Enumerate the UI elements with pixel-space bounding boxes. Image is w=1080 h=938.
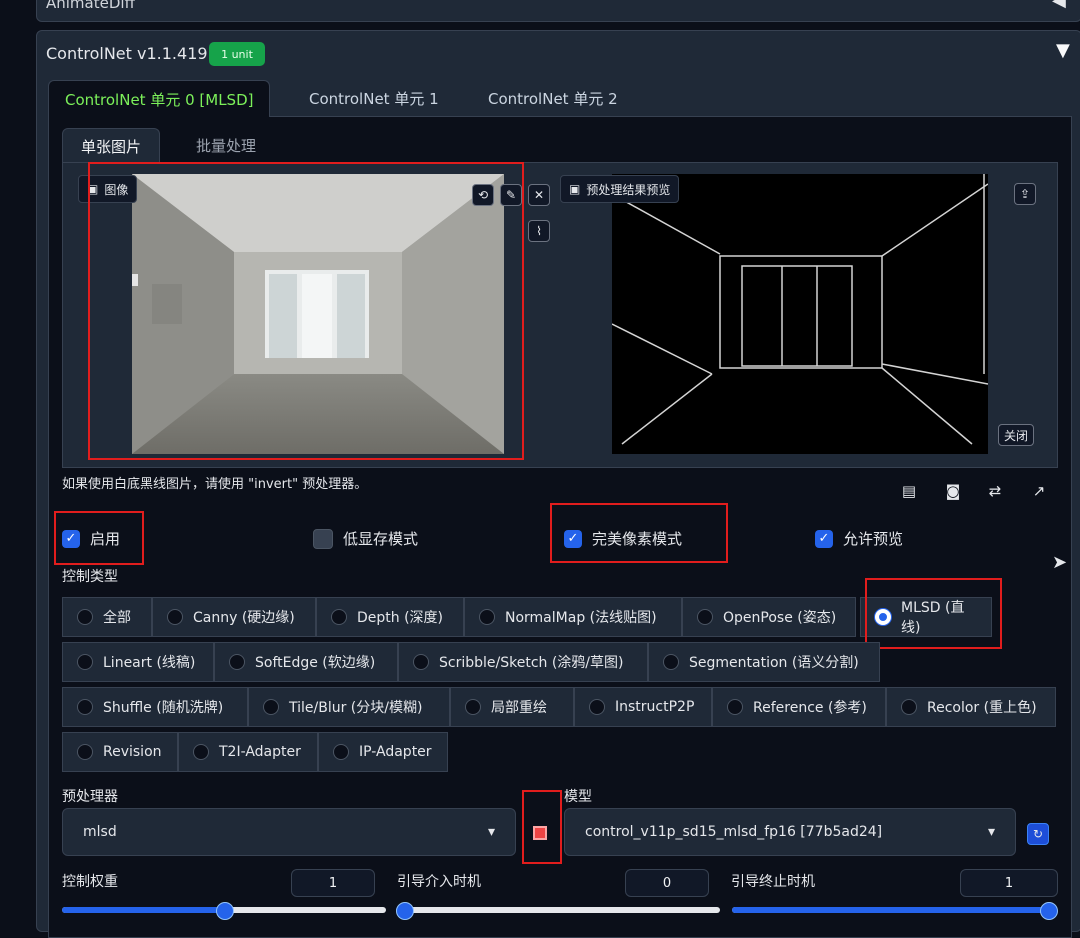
control-type-option[interactable]: Canny (硬边缘) [152, 597, 316, 637]
radio-icon [697, 609, 713, 625]
radio-icon [465, 699, 481, 715]
highlight-input-image [88, 162, 524, 460]
radio-icon [77, 609, 93, 625]
preprocessor-dropdown[interactable]: mlsd ▾ [62, 808, 516, 856]
highlight-pixel-perfect [550, 503, 728, 563]
preview-image [612, 174, 988, 454]
invert-hint: 如果使用白底黑线图片，请使用 "invert" 预处理器。 [62, 477, 368, 492]
chevron-down-icon: ▾ [487, 824, 495, 840]
collapse-triangle-icon[interactable]: ▼ [1056, 40, 1070, 61]
model-label: 模型 [564, 789, 592, 805]
highlight-run-preprocessor [522, 790, 562, 864]
radio-icon [193, 744, 209, 760]
radio-icon [727, 699, 743, 715]
tab-unit-2[interactable]: ControlNet 单元 2 [472, 80, 634, 116]
start-step-input[interactable]: 0 [625, 869, 709, 897]
control-type-option[interactable]: Reference (参考) [712, 687, 886, 727]
camera-icon[interactable]: ◙ [942, 480, 964, 502]
radio-icon [167, 609, 183, 625]
low-vram-checkbox[interactable]: 低显存模式 [313, 528, 418, 549]
control-type-option[interactable]: Revision [62, 732, 178, 772]
close-preview-button[interactable]: 关闭 [998, 424, 1034, 446]
checkbox-checked-icon: ✓ [815, 529, 833, 548]
control-type-option[interactable]: Tile/Blur (分块/模糊) [248, 687, 450, 727]
control-type-option[interactable]: NormalMap (法线贴图) [464, 597, 682, 637]
radio-icon [263, 699, 279, 715]
control-weight-input[interactable]: 1 [291, 869, 375, 897]
end-step-slider[interactable] [732, 902, 1058, 920]
control-type-option[interactable]: Shuffle (随机洗牌) [62, 687, 248, 727]
control-type-option[interactable]: OpenPose (姿态) [682, 597, 856, 637]
control-weight-slider[interactable] [62, 902, 386, 920]
tab-unit-1[interactable]: ControlNet 单元 1 [293, 80, 455, 116]
tab-unit-0[interactable]: ControlNet 单元 0 [MLSD] [48, 80, 271, 117]
radio-icon [331, 609, 347, 625]
radio-icon [229, 654, 245, 670]
control-type-label: 控制类型 [62, 569, 118, 585]
control-type-option[interactable]: 全部 [62, 597, 152, 637]
control-type-option[interactable]: Recolor (重上色) [886, 687, 1056, 727]
close-image-icon[interactable]: ✕ [528, 184, 550, 206]
control-type-option[interactable]: Scribble/Sketch (涂鸦/草图) [398, 642, 648, 682]
preprocessor-label: 预处理器 [62, 789, 118, 805]
radio-icon [333, 744, 349, 760]
radio-icon [77, 744, 93, 760]
radio-icon [77, 654, 93, 670]
radio-icon [77, 699, 93, 715]
controlnet-title[interactable]: ControlNet v1.1.419 [46, 44, 208, 63]
document-icon[interactable]: ▤ [898, 480, 920, 502]
radio-icon [479, 609, 495, 625]
tab-single-image[interactable]: 单张图片 [62, 128, 161, 163]
allow-preview-checkbox[interactable]: ✓ 允许预览 [815, 528, 903, 549]
start-step-slider[interactable] [396, 902, 720, 920]
refresh-icon[interactable]: ↻ [1027, 823, 1049, 845]
end-step-input[interactable]: 1 [960, 869, 1058, 897]
radio-icon [589, 699, 605, 715]
start-step-label: 引导介入时机 [397, 874, 481, 890]
model-dropdown[interactable]: control_v11p_sd15_mlsd_fp16 [77b5ad24] ▾ [564, 808, 1016, 856]
control-type-option[interactable]: Depth (深度) [316, 597, 464, 637]
highlight-enable [54, 511, 144, 565]
swap-icon[interactable]: ⇄ [984, 480, 1006, 502]
animatediff-title: AnimateDiff [46, 0, 135, 12]
checkbox-empty-icon [313, 528, 333, 549]
control-weight-label: 控制权重 [62, 874, 118, 890]
upload-icon[interactable]: ⇪ [1014, 183, 1036, 205]
chevron-down-icon: ▾ [987, 824, 995, 840]
collapse-arrow-icon[interactable]: ◀ [1052, 0, 1066, 11]
send-icon[interactable]: ↗ [1028, 480, 1050, 502]
control-type-option[interactable]: 局部重绘 [450, 687, 574, 727]
mouse-cursor-icon: ➤ [1052, 552, 1068, 573]
brush-icon[interactable]: ⌇ [528, 220, 550, 242]
preview-label: ▣ 预处理结果预览 [560, 175, 680, 203]
radio-icon [663, 654, 679, 670]
tab-batch[interactable]: 批量处理 [178, 128, 274, 162]
unit-count-badge: 1 unit [209, 42, 265, 66]
animatediff-panel[interactable] [36, 0, 1080, 22]
highlight-mlsd [865, 578, 1002, 649]
end-step-label: 引导终止时机 [731, 874, 815, 890]
control-type-option[interactable]: IP-Adapter [318, 732, 448, 772]
radio-icon [413, 654, 429, 670]
control-type-option[interactable]: SoftEdge (软边缘) [214, 642, 398, 682]
control-type-option[interactable]: InstructP2P [574, 687, 712, 727]
control-type-option[interactable]: Lineart (线稿) [62, 642, 214, 682]
radio-icon [901, 699, 917, 715]
control-type-option[interactable]: Segmentation (语义分割) [648, 642, 880, 682]
image-icon: ▣ [569, 182, 581, 196]
control-type-option[interactable]: T2I-Adapter [178, 732, 318, 772]
